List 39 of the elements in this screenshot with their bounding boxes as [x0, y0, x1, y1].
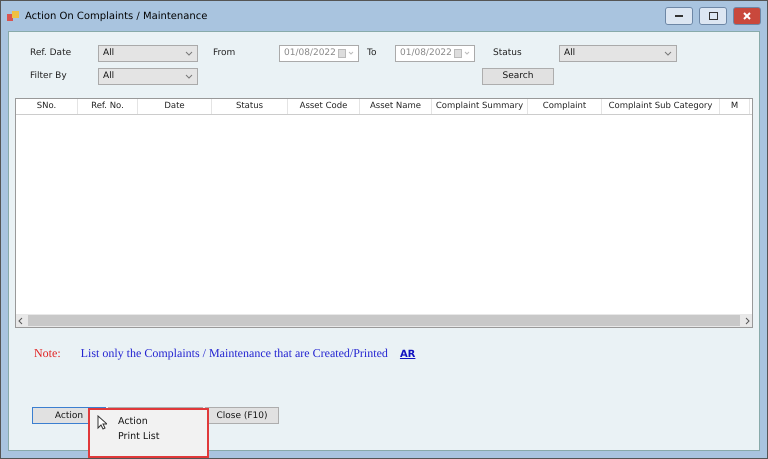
column-header[interactable]: Date	[138, 99, 212, 114]
note-label: Note:	[34, 346, 61, 361]
note-text: List only the Complaints / Maintenance that are Created/Printed	[80, 346, 388, 361]
column-header[interactable]: Asset Name	[360, 99, 432, 114]
menu-item[interactable]: Print List	[118, 431, 207, 442]
field-label: To	[366, 48, 378, 58]
close-icon	[743, 12, 751, 20]
mouse-cursor-icon	[97, 415, 107, 430]
minimize-button[interactable]	[665, 7, 693, 25]
column-header[interactable]: Complaint Summary	[432, 99, 528, 114]
to-date-picker[interactable]: 01/08/2022	[395, 44, 475, 62]
maximize-button[interactable]	[699, 7, 727, 25]
field-label: Ref. Date	[29, 48, 72, 58]
filter-by-dropdown[interactable]: All	[98, 68, 198, 84]
search-button[interactable]: Search	[482, 68, 554, 84]
app-icon	[7, 10, 19, 22]
minimize-icon	[675, 14, 683, 18]
column-header[interactable]: Complaint Sub Category	[602, 99, 720, 114]
column-header[interactable]: Ref. No.	[78, 99, 138, 114]
calendar-dropdown-icon	[454, 48, 470, 58]
column-header[interactable]: Complaint	[528, 99, 602, 114]
field-label: From	[212, 48, 236, 58]
calendar-dropdown-icon	[338, 48, 354, 58]
column-header[interactable]: M	[720, 99, 750, 114]
close-button[interactable]	[733, 7, 761, 25]
field-label: Filter By	[29, 71, 68, 81]
ar-link[interactable]: AR	[400, 349, 416, 360]
column-header[interactable]: SNo.	[16, 99, 78, 114]
column-header[interactable]: Status	[212, 99, 288, 114]
maximize-icon	[708, 12, 718, 20]
window-title: Action On Complaints / Maintenance	[25, 10, 208, 22]
column-header[interactable]: Asset Code	[288, 99, 360, 114]
menu-item[interactable]: Action	[118, 416, 207, 427]
status-dropdown[interactable]: All	[559, 44, 677, 62]
ref-date-dropdown[interactable]: All	[98, 44, 198, 62]
from-date-picker[interactable]: 01/08/2022	[279, 44, 359, 62]
field-label: Status	[492, 48, 523, 58]
close-f10-button[interactable]: Close (F10)	[205, 407, 279, 424]
horizontal-scrollbar[interactable]	[16, 314, 752, 327]
